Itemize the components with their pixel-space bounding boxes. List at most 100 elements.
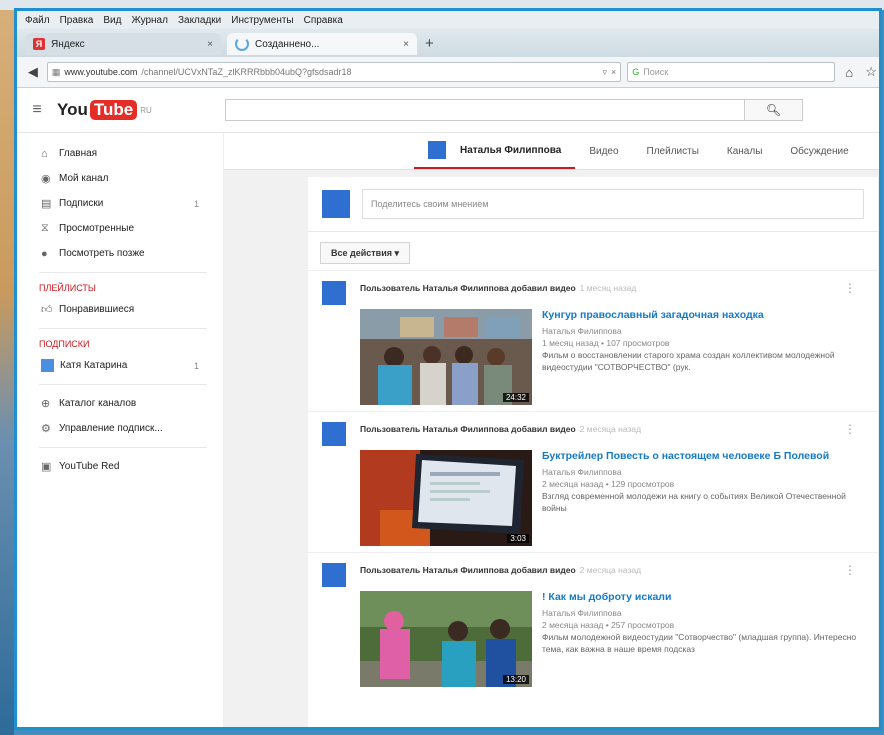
bookmark-star-icon[interactable]: ☆	[863, 64, 879, 80]
tab-yandex[interactable]: Я Яндекс ×	[25, 33, 221, 55]
sidebar-divider	[39, 328, 207, 329]
video-thumbnail[interactable]: 3:03	[360, 450, 532, 546]
post-action: Пользователь Наталья Филиппова добавил в…	[360, 565, 641, 575]
video-description: Фильм о восстановлении старого храма соз…	[542, 350, 835, 372]
video-title[interactable]: ! Как мы доброту искали	[542, 591, 858, 604]
subscriptions-count: 1	[193, 198, 199, 209]
post-time: 2 месяца назад	[579, 424, 642, 434]
tab-discussion[interactable]: Обсуждение	[776, 133, 862, 169]
video-author[interactable]: Наталья Филиппова	[542, 466, 858, 478]
video-info: Кунгур православный загадочная находка Н…	[542, 309, 858, 373]
youtube-search-input[interactable]	[225, 99, 745, 121]
feed-post: Пользователь Наталья Филиппова добавил в…	[308, 552, 878, 693]
video-stats: 2 месяца назад • 257 просмотров	[542, 620, 675, 630]
sidebar-item-channel-catalog[interactable]: ⊕ Каталог каналов	[17, 391, 223, 416]
tab-channels[interactable]: Каналы	[713, 133, 777, 169]
video-description: Фильм молодежной видеостудии "Сотворчест…	[542, 632, 857, 654]
logo-you: You	[57, 100, 88, 119]
youtube-logo[interactable]: You Tube RU	[57, 100, 217, 120]
sidebar-item-manage-subscriptions[interactable]: ⚙ Управление подписк...	[17, 416, 223, 441]
video-thumbnail[interactable]: 24:32	[360, 309, 532, 405]
logo-tube: Tube	[89, 100, 138, 120]
menu-history[interactable]: Журнал	[131, 15, 168, 26]
sidebar-item-subscription[interactable]: Катя Катарина 1	[17, 353, 223, 378]
channel-tabs: Наталья Филиппова Видео Плейлисты Каналы…	[224, 133, 879, 170]
page-info-icon[interactable]: ▦	[52, 67, 61, 78]
subscription-count: 1	[193, 360, 199, 371]
browser-search-placeholder: Поиск	[643, 67, 669, 77]
video-duration: 13:20	[502, 675, 529, 684]
sidebar-item-my-channel[interactable]: ◉ Мой канал	[17, 166, 223, 191]
navigation-bar: ◀ ▦ www.youtube.com/channel/UCVxNTaZ_zlK…	[17, 57, 879, 88]
history-icon: ⧖	[41, 222, 49, 234]
thumbnail-image	[360, 591, 532, 687]
sidebar-item-subscriptions[interactable]: ▤ Подписки 1	[17, 191, 223, 216]
video-info: ! Как мы доброту искали Наталья Филиппов…	[542, 591, 858, 655]
new-tab-button[interactable]: +	[425, 35, 434, 52]
video-info: Буктрейлер Повесть о настоящем человеке …	[542, 450, 858, 514]
tab-close-icon[interactable]: ×	[403, 39, 409, 50]
reload-icon[interactable]: ×	[611, 67, 616, 77]
share-input[interactable]: Поделитесь своим мнением	[362, 189, 864, 219]
home-button-icon[interactable]: ⌂	[841, 65, 857, 80]
browser-window: Файл Правка Вид Журнал Закладки Инструме…	[14, 8, 882, 730]
sidebar-item-liked[interactable]: 👍︎ Понравившиеся	[17, 297, 223, 322]
menu-help[interactable]: Справка	[304, 15, 343, 26]
sidebar-item-home[interactable]: ⌂ Главная	[17, 141, 223, 166]
menu-file[interactable]: Файл	[25, 15, 50, 26]
url-bar[interactable]: ▦ www.youtube.com/channel/UCVxNTaZ_zlKRR…	[46, 62, 622, 82]
video-author[interactable]: Наталья Филиппова	[542, 607, 858, 619]
post-action: Пользователь Наталья Филиппова добавил в…	[360, 283, 636, 293]
yandex-favicon-icon: Я	[33, 38, 45, 50]
search-engine-icon: G	[632, 67, 640, 77]
clock-icon: ●	[41, 247, 48, 260]
browser-search-box[interactable]: G Поиск	[627, 62, 836, 82]
video-author[interactable]: Наталья Филиппова	[542, 325, 858, 337]
channel-main: Наталья Филиппова Видео Плейлисты Каналы…	[224, 133, 879, 727]
avatar	[322, 563, 346, 587]
guide-menu-icon[interactable]: ≡	[17, 101, 57, 119]
menu-bookmarks[interactable]: Закладки	[178, 15, 221, 26]
plus-circle-icon: ⊕	[41, 398, 51, 410]
tab-close-icon[interactable]: ×	[207, 39, 213, 50]
post-action-text: Пользователь Наталья Филиппова добавил в…	[360, 424, 576, 434]
post-time: 1 месяц назад	[579, 283, 637, 293]
back-icon[interactable]: ◀	[25, 64, 41, 80]
more-options-icon[interactable]: ⋮	[844, 281, 856, 295]
guide-sidebar: ⌂ Главная ◉ Мой канал ▤ Подписки 1 ⧖ Просмотр…	[17, 133, 224, 727]
tab-channel-home[interactable]: Наталья Филиппова	[414, 133, 576, 169]
activity-filter-dropdown[interactable]: Все действия ▾	[320, 242, 410, 264]
video-title[interactable]: Кунгур православный загадочная находка	[542, 309, 858, 322]
menu-edit[interactable]: Правка	[60, 15, 94, 26]
sidebar-item-history[interactable]: ⧖ Просмотренные	[17, 216, 223, 241]
avatar	[322, 190, 350, 218]
post-action-text: Пользователь Наталья Филиппова добавил в…	[360, 283, 576, 293]
tab-youtube[interactable]: Созданнено... ×	[227, 33, 417, 55]
gear-icon: ⚙	[41, 423, 51, 435]
sidebar-item-label: Понравившиеся	[59, 304, 135, 315]
sidebar-item-youtube-red[interactable]: ▣ YouTube Red	[17, 454, 223, 479]
more-options-icon[interactable]: ⋮	[844, 422, 856, 436]
sidebar-item-label: Управление подписк...	[59, 423, 163, 434]
video-thumbnail[interactable]: 13:20	[360, 591, 532, 687]
more-options-icon[interactable]: ⋮	[844, 563, 856, 577]
share-placeholder: Поделитесь своим мнением	[371, 199, 489, 209]
channel-avatar	[428, 141, 446, 159]
video-title[interactable]: Буктрейлер Повесть о настоящем человеке …	[542, 450, 858, 463]
search-button[interactable]: 🔍︎	[745, 99, 803, 121]
menu-view[interactable]: Вид	[103, 15, 121, 26]
sidebar-item-watch-later[interactable]: ● Посмотреть позже	[17, 241, 223, 266]
desktop-background	[0, 0, 14, 735]
video-stats: 2 месяца назад • 129 просмотров	[542, 479, 675, 489]
video-stats: 1 месяц назад • 107 просмотров	[542, 338, 670, 348]
tab-videos[interactable]: Видео	[575, 133, 632, 169]
sidebar-item-label: Мой канал	[59, 173, 109, 184]
dropdown-icon[interactable]: ▿	[602, 67, 607, 78]
tab-playlists[interactable]: Плейлисты	[633, 133, 713, 169]
thumbnail-image	[360, 309, 532, 405]
sidebar-item-label: Подписки	[59, 198, 104, 209]
channel-name: Наталья Филиппова	[460, 144, 562, 156]
sidebar-item-label: Просмотренные	[59, 223, 135, 234]
menu-tools[interactable]: Инструменты	[231, 15, 293, 26]
activity-feed: Поделитесь своим мнением Все действия ▾ …	[308, 177, 878, 727]
